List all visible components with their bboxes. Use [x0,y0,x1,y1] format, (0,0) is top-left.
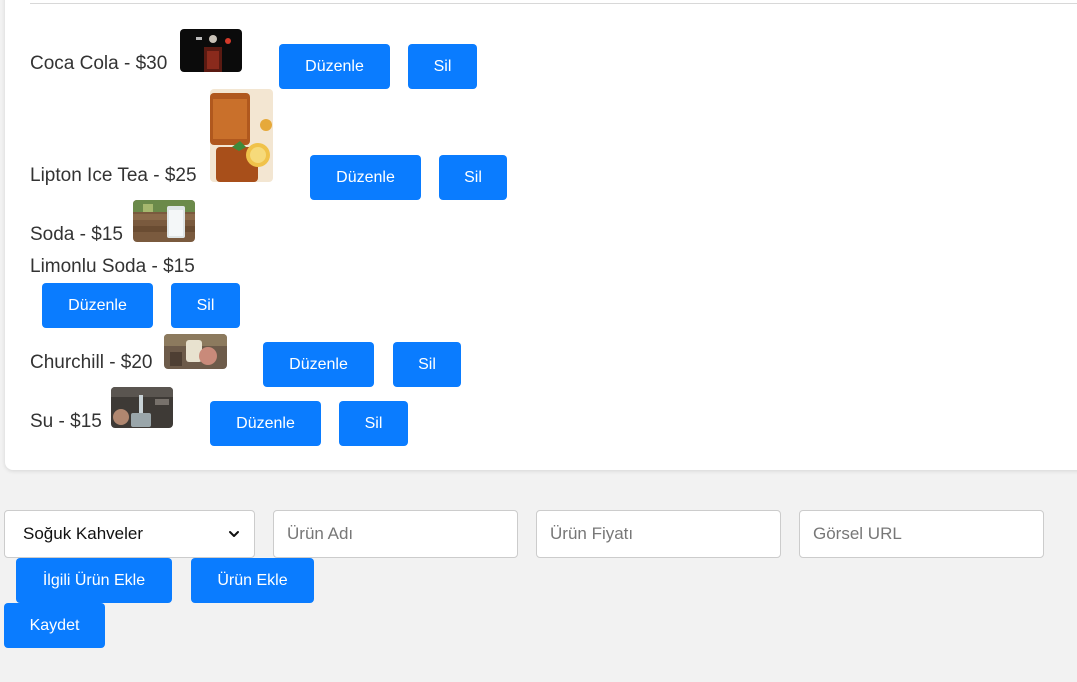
chevron-down-icon [228,528,240,540]
product-price-input[interactable] [536,510,781,558]
product-label-coca-cola: Coca Cola - $30 [30,53,168,74]
product-label-soda: Soda - $15 [30,224,123,245]
product-image-coca-cola [180,29,242,72]
product-label-churchill: Churchill - $20 [30,352,153,373]
edit-button-churchill[interactable]: Düzenle [263,342,374,387]
delete-button-lipton-ice-tea[interactable]: Sil [439,155,507,200]
product-image-lipton-ice-tea [210,89,273,182]
add-product-button[interactable]: Ürün Ekle [191,558,314,603]
product-name-input[interactable] [273,510,518,558]
delete-button-churchill[interactable]: Sil [393,342,461,387]
image-url-input[interactable] [799,510,1044,558]
product-image-soda [133,200,195,242]
save-button[interactable]: Kaydet [4,603,105,648]
edit-button-lipton-ice-tea[interactable]: Düzenle [310,155,421,200]
product-label-limonlu-soda: Limonlu Soda - $15 [30,256,195,277]
edit-button-limonlu-soda[interactable]: Düzenle [42,283,153,328]
category-select[interactable]: Soğuk Kahveler [4,510,255,558]
card-divider [30,3,1077,4]
add-related-product-button[interactable]: İlgili Ürün Ekle [16,558,172,603]
product-label-lipton-ice-tea: Lipton Ice Tea - $25 [30,165,197,186]
category-select-value: Soğuk Kahveler [23,524,144,543]
product-label-su: Su - $15 [30,411,102,432]
delete-button-su[interactable]: Sil [339,401,408,446]
product-image-churchill [164,334,227,369]
edit-button-coca-cola[interactable]: Düzenle [279,44,390,89]
delete-button-limonlu-soda[interactable]: Sil [171,283,240,328]
edit-button-su[interactable]: Düzenle [210,401,321,446]
delete-button-coca-cola[interactable]: Sil [408,44,477,89]
product-image-su [111,387,173,428]
